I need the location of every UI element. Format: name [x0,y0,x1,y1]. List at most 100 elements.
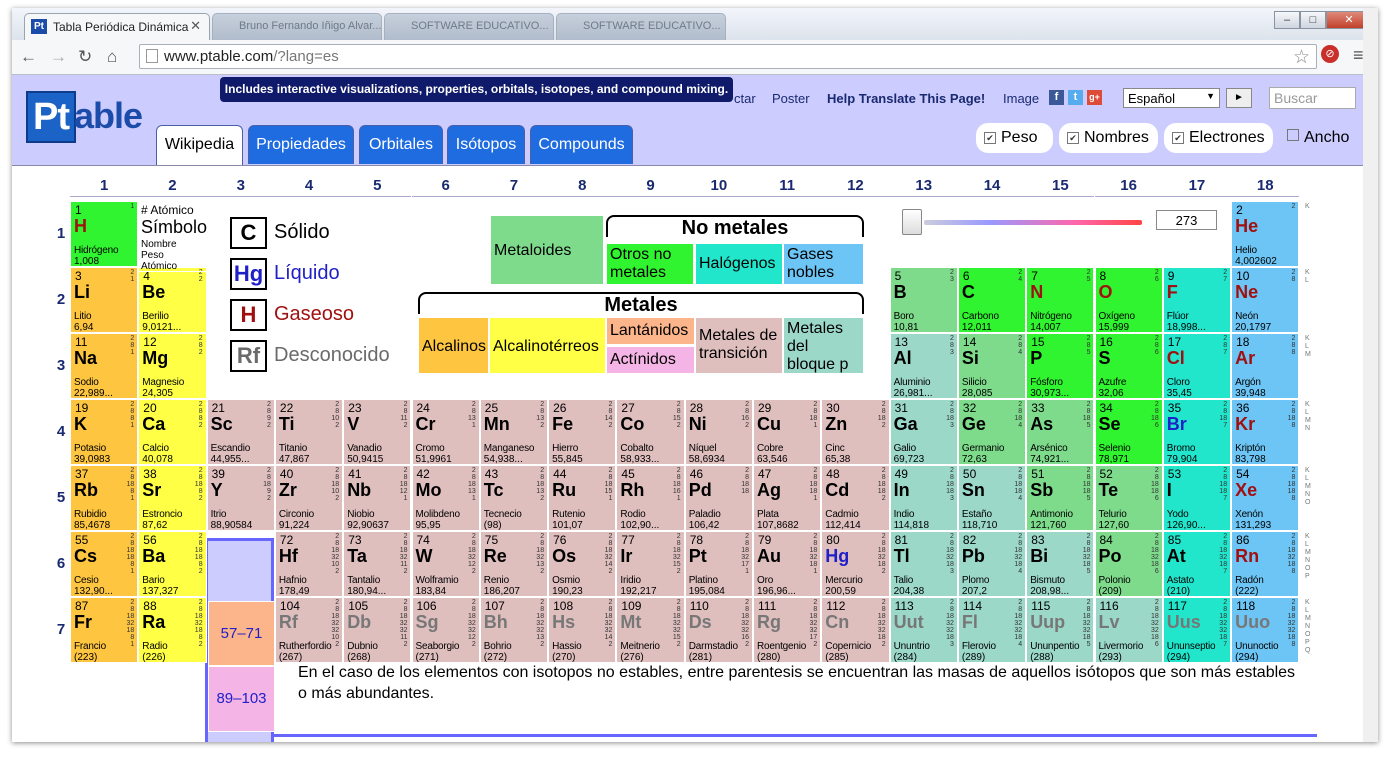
legend-alcalinos[interactable]: Alcalinos [418,317,489,374]
element-bi[interactable]: 83 Bi Bismuto 208,98... 2 8 18 32 18 5 [1026,531,1095,597]
element-ge[interactable]: 32 Ge Germanio 72,63 2 8 18 4 [957,399,1027,465]
bookmark-star-icon[interactable]: ☆ [1293,46,1310,69]
minimize-button[interactable]: – [1274,11,1300,29]
element-tc[interactable]: 43 Tc Tecnecio (98) 2 8 18 13 2 [479,465,549,531]
period-header[interactable]: 4 [54,423,68,440]
twitter-icon[interactable]: t [1068,90,1083,105]
element-cs[interactable]: 55 Cs Cesio 132,90... 2 8 18 18 8 1 [70,531,139,597]
element-pt[interactable]: 78 Pt Platino 195,084 2 8 18 32 17 1 [684,531,753,597]
element-hg[interactable]: 80 Hg Mercurio 200,59 2 8 18 32 18 2 [821,531,890,597]
element-pb[interactable]: 82 Pb Plomo 207,2 2 8 18 32 18 4 [957,531,1027,597]
element-ag[interactable]: 47 Ag Plata 107,8682 2 8 18 18 1 [753,465,822,531]
element-ra[interactable]: 88 Ra Radio (226) 2 8 18 32 18 8 2 [138,597,207,663]
element-mg[interactable]: 12 Mg Magnesio 24,305 2 8 2 [138,333,207,399]
group-header[interactable]: 17 [1162,175,1232,197]
element-c[interactable]: 6 C Carbono 12,011 2 4 [957,267,1027,333]
browser-tab-active[interactable]: Pt Tabla Periódica Dinámica ✕ [24,13,210,40]
element-nb[interactable]: 41 Nb Niobio 92,90637 2 8 18 12 1 [343,465,412,531]
element-sn[interactable]: 50 Sn Estaño 118,710 2 8 18 18 4 [957,465,1027,531]
element-he[interactable]: 2 He Helio 4,002602 2 [1231,201,1300,267]
group-header[interactable]: 8 [548,175,617,197]
contact-link[interactable]: ctar [734,91,756,106]
element-as[interactable]: 33 As Arsénico 74,921... 2 8 18 5 [1026,399,1095,465]
legend-otros-no-metales[interactable]: Otros no metales [606,243,694,285]
element-ba[interactable]: 56 Ba Bario 137,327 2 8 18 18 8 2 [138,531,207,597]
element-al[interactable]: 13 Al Aluminio 26,981... 2 8 3 [889,333,958,399]
period-header[interactable]: 6 [54,555,68,572]
group-header[interactable]: 15 [1026,175,1095,197]
language-select[interactable]: Español ▼ [1123,88,1220,108]
legend-bloque-p[interactable]: Metales del bloque p [783,317,864,374]
element-cn[interactable]: 112 Cn Copernicio (285) 2 8 18 32 32 18 2 [821,597,890,663]
facebook-icon[interactable]: f [1049,90,1064,105]
element-ta[interactable]: 73 Ta Tantalio 180,94... 2 8 18 32 11 2 [343,531,412,597]
element-w[interactable]: 74 W Wolframio 183,84 2 8 18 32 12 2 [411,531,480,597]
group-header[interactable]: 12 [821,175,890,197]
element-p[interactable]: 15 P Fósforo 30,973... 2 8 5 [1026,333,1095,399]
group-header[interactable]: 7 [479,175,549,197]
element-ne[interactable]: 10 Ne Neón 20,1797 2 8 [1231,267,1300,333]
element-cr[interactable]: 24 Cr Cromo 51,9961 2 8 13 1 [411,399,480,465]
element-sr[interactable]: 38 Sr Estroncio 87,62 2 8 18 8 2 [138,465,207,531]
group-header[interactable]: 4 [274,175,344,197]
element-ar[interactable]: 18 Ar Argón 39,948 2 8 8 [1231,333,1300,399]
element-ds[interactable]: 110 Ds Darmstadio (281) 2 8 18 32 32 16 2 [684,597,753,663]
element-zn[interactable]: 30 Zn Cinc 65,38 2 8 18 2 [821,399,890,465]
element-rh[interactable]: 45 Rh Rodio 102,90... 2 8 18 16 1 [616,465,685,531]
scrollbar[interactable] [1363,8,1378,742]
group-header[interactable]: 18 [1231,175,1300,197]
forward-arrow-icon[interactable]: → [50,47,67,67]
element-y[interactable]: 39 Y Itrio 88,90584 2 8 18 9 2 [206,465,275,531]
legend-lantanidos[interactable]: Lantánidos [606,317,695,345]
browser-tab[interactable]: SOFTWARE EDUCATIVO... [384,13,554,40]
element-ca[interactable]: 20 Ca Calcio 40,078 2 8 8 2 [138,399,207,465]
googleplus-icon[interactable]: g+ [1087,90,1102,105]
actinide-placeholder[interactable]: 89–103 [208,666,275,732]
back-arrow-icon[interactable]: ← [20,47,37,67]
element-cd[interactable]: 48 Cd Cadmio 112,414 2 8 18 18 2 [821,465,890,531]
element-br[interactable]: 35 Br Bromo 79,904 2 8 18 7 [1162,399,1232,465]
tab-orbitales[interactable]: Orbitales [359,125,443,164]
element-v[interactable]: 23 V Vanadio 50,9415 2 8 11 2 [343,399,412,465]
browser-tab[interactable]: SOFTWARE EDUCATIVO... [556,13,726,40]
element-h[interactable]: 1 H Hidrógeno 1,008 1 [70,201,139,267]
element-hs[interactable]: 108 Hs Hassio (270) 2 8 18 32 32 14 2 [548,597,617,663]
tab-compounds[interactable]: Compounds [530,125,633,164]
element-db[interactable]: 105 Db Dubnio (268) 2 8 18 32 32 11 2 [343,597,412,663]
poster-link[interactable]: Poster [772,91,810,106]
period-header[interactable]: 3 [54,357,68,374]
element-cu[interactable]: 29 Cu Cobre 63,546 2 8 18 1 [753,399,822,465]
search-input[interactable]: Buscar [1269,87,1356,109]
period-header[interactable]: 7 [54,621,68,638]
legend-metaloides[interactable]: Metaloides [490,215,604,285]
element-pd[interactable]: 46 Pd Paladio 106,42 2 8 18 18 [684,465,753,531]
group-header[interactable]: 9 [616,175,685,197]
element-os[interactable]: 76 Os Osmio 190,23 2 8 18 32 14 2 [548,531,617,597]
address-bar[interactable]: www.ptable.com/?lang=es ☆ [139,44,1317,69]
legend-actinidos[interactable]: Actínidos [606,346,695,374]
element-uup[interactable]: 115 Uup Ununpentio (288) 2 8 18 32 32 18 5 [1026,597,1095,663]
element-cl[interactable]: 17 Cl Cloro 35,45 2 8 7 [1162,333,1232,399]
reload-icon[interactable]: ↻ [78,47,92,67]
element-au[interactable]: 79 Au Oro 196,96... 2 8 18 32 18 1 [753,531,822,597]
element-sg[interactable]: 106 Sg Seaborgio (271) 2 8 18 32 32 12 2 [411,597,480,663]
language-go-button[interactable]: ► [1226,88,1252,108]
legend-alcalinoterreos[interactable]: Alcalinotérreos [489,317,606,374]
element-ni[interactable]: 28 Ni Níquel 58,6934 2 8 16 2 [684,399,753,465]
group-header[interactable]: 6 [411,175,480,197]
element-tl[interactable]: 81 Tl Talio 204,38 2 8 18 32 18 3 [889,531,958,597]
element-mo[interactable]: 42 Mo Molibdeno 95,95 2 8 18 13 1 [411,465,480,531]
element-sb[interactable]: 51 Sb Antimonio 121,760 2 8 18 18 5 [1026,465,1095,531]
legend-halogenos[interactable]: Halógenos [695,243,783,285]
element-rg[interactable]: 111 Rg Roentgenio (280) 2 8 18 32 32 17 2 [753,597,822,663]
group-header[interactable]: 16 [1094,175,1163,197]
group-header[interactable]: 1 [70,175,139,197]
group-header[interactable]: 2 [138,175,207,197]
element-b[interactable]: 5 B Boro 10,81 2 3 [889,267,958,333]
element-at[interactable]: 85 At Astato (210) 2 8 18 32 18 7 [1162,531,1232,597]
element-rf[interactable]: 104 Rf Rutherfordio (267) 2 8 18 32 32 10 2 [274,597,344,663]
element-kr[interactable]: 36 Kr Kriptón 83,798 2 8 18 8 [1231,399,1300,465]
element-se[interactable]: 34 Se Selenio 78,971 2 8 18 6 [1094,399,1163,465]
legend-transicion[interactable]: Metales de transición [695,317,783,374]
temperature-slider[interactable] [902,209,1147,239]
